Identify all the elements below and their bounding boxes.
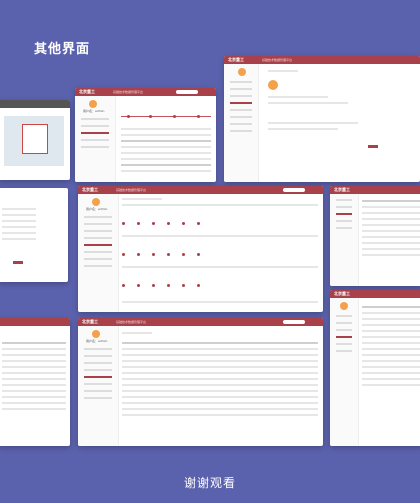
avatar [92,198,100,206]
avatar [89,100,97,108]
screen-map [0,100,70,180]
avatar [340,302,348,310]
system-name: 基础技术数据管理平台 [262,58,293,62]
screen-checklist: 北京重工 基础技术数据管理平台 用户名：admin [78,186,323,312]
timeline-node [173,115,176,118]
system-name: 基础技术数据管理平台 [116,320,147,324]
timeline-node [197,115,200,118]
brand-logo: 北京重工 [228,57,244,62]
timeline-node [149,115,152,118]
search-input[interactable] [283,188,305,192]
sidebar-user: 用户名：admin [86,207,108,211]
page-title: 其他界面 [34,42,91,57]
brand-logo: 北京重工 [82,319,98,324]
system-name: 基础技术数据管理平台 [116,188,147,192]
screen-table-right: 北京重工 [330,290,420,446]
avatar [238,68,246,76]
avatar [92,330,100,338]
brand-logo: 北京重工 [334,291,350,296]
brand-logo: 北京重工 [79,89,95,94]
profile-avatar [268,80,278,90]
screen-form [0,188,68,282]
search-input[interactable] [283,320,305,324]
search-input[interactable] [176,90,198,94]
edit-button[interactable] [368,145,378,148]
sidebar-user: 用户名：admin [83,109,105,113]
screen-list: 北京重工 [330,186,420,286]
footer-thanks: 谢谢观看 [183,476,236,490]
screen-detail: 北京重工 基础技术数据管理平台 [224,56,420,182]
system-name: 基础技术数据管理平台 [113,90,144,94]
brand-logo: 北京重工 [82,187,98,192]
map-popup [22,124,48,154]
timeline-node [127,115,130,118]
submit-button[interactable] [13,261,23,264]
screen-table: 北京重工 基础技术数据管理平台 用户名：admin [78,318,323,446]
screen-table-left [0,318,70,446]
screen-timeline: 北京重工 基础技术数据管理平台 用户名：admin [75,88,216,182]
sidebar-user: 用户名：admin [86,339,108,343]
brand-logo: 北京重工 [334,187,350,192]
